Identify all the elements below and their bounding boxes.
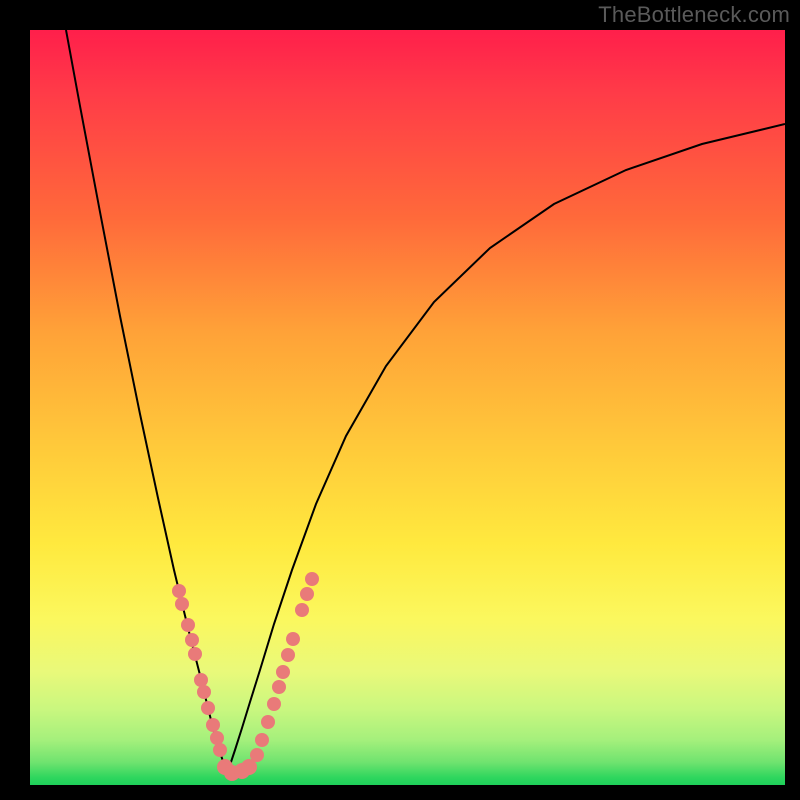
data-marker: [305, 572, 319, 586]
data-marker: [213, 743, 227, 757]
data-marker: [175, 597, 189, 611]
data-marker: [300, 587, 314, 601]
data-marker: [194, 673, 208, 687]
data-marker: [197, 685, 211, 699]
data-marker: [295, 603, 309, 617]
data-marker: [188, 647, 202, 661]
data-marker: [201, 701, 215, 715]
data-marker: [261, 715, 275, 729]
curve-left-branch: [66, 30, 227, 774]
data-marker: [267, 697, 281, 711]
data-marker: [181, 618, 195, 632]
data-marker: [172, 584, 186, 598]
curve-svg: [30, 30, 785, 785]
plot-area: [30, 30, 785, 785]
data-marker: [272, 680, 286, 694]
data-marker: [210, 731, 224, 745]
watermark-text: TheBottleneck.com: [598, 2, 790, 28]
data-marker: [185, 633, 199, 647]
data-marker: [250, 748, 264, 762]
data-marker: [286, 632, 300, 646]
data-marker: [276, 665, 290, 679]
data-marker: [281, 648, 295, 662]
chart-frame: TheBottleneck.com: [0, 0, 800, 800]
data-markers: [172, 572, 319, 781]
data-marker: [255, 733, 269, 747]
data-marker: [206, 718, 220, 732]
curve-right-branch: [227, 124, 785, 774]
